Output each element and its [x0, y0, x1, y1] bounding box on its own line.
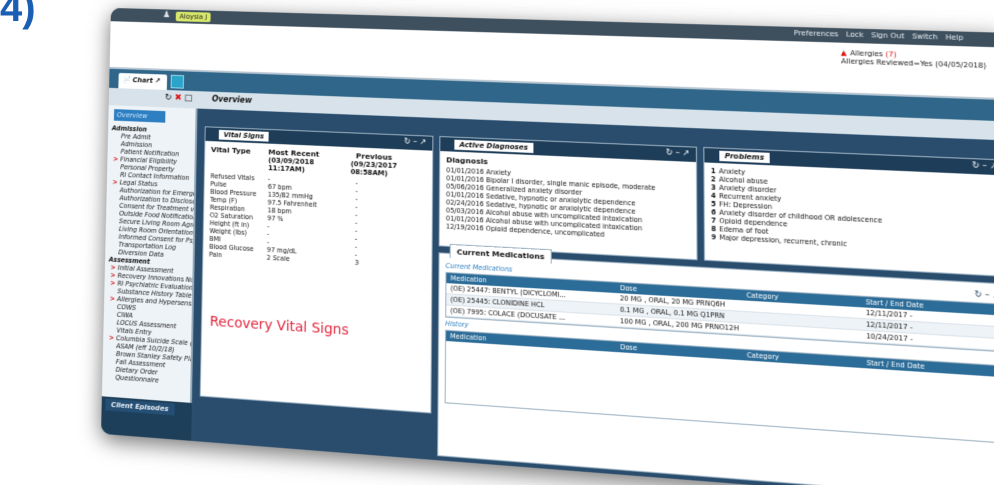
patient-name-badge[interactable]: Aloysia J — [175, 11, 211, 23]
vital-previous: - — [355, 194, 358, 204]
panel-controls-icon[interactable]: ↻ – ↗ — [974, 289, 994, 300]
med-category — [747, 329, 866, 336]
problem-number: 9 — [711, 233, 717, 242]
vital-previous: - — [355, 202, 358, 211]
vital-previous: - — [355, 218, 358, 227]
problem-number: 2 — [710, 175, 716, 184]
vital-signs-title: Vital Signs — [218, 129, 269, 142]
panel-controls-icon[interactable]: ↻ – ↗ — [404, 137, 426, 147]
page-title: Overview — [211, 94, 253, 105]
vitals-rows: Refused Vitals - - Pulse 67 bpm - Blood Pressu… — [203, 172, 432, 271]
tab-chart-label: Chart — [132, 76, 153, 85]
menu-help[interactable]: Help — [945, 33, 963, 42]
diagnosis-list: 01/01/2016 Anxiety 01/01/2016 Bipolar I d… — [440, 166, 697, 244]
vital-signs-panel: Vital Signs ↻ – ↗ Vital Type Most Recent… — [199, 126, 434, 414]
problem-number: 7 — [711, 216, 717, 225]
overview-main: Vital Signs ↻ – ↗ Vital Type Most Recent… — [193, 108, 994, 485]
problem-number: 6 — [711, 208, 717, 217]
vital-previous: - — [354, 250, 358, 259]
slide-label: 4) — [0, 0, 36, 30]
allergy-banner[interactable]: ▲ Allergies (7) Allergies Reviewed=Yes (0… — [841, 49, 987, 70]
refresh-icon[interactable]: ↻ — [165, 93, 172, 103]
problem-number: 1 — [710, 166, 716, 176]
screenshot-stage: 4) ♟ Aloysia J Preferences Lock Sign Out… — [0, 0, 994, 485]
recent-date: (03/09/2018 11:17AM) — [268, 156, 315, 174]
problems-panel: Problems ↻ – ↗ 1 Anxiety 2 Alcohol abuse 3 An… — [703, 146, 994, 278]
active-diagnoses-panel: Active Diagnoses ↻ – ↗ Diagnosis 01/01/2… — [438, 136, 698, 261]
sidebar-list: Admission Pre Admit Admission Patient Notif… — [102, 124, 198, 387]
warning-icon: ▲ — [840, 48, 847, 58]
menu-lock[interactable]: Lock — [846, 30, 864, 39]
diagnoses-title: Active Diagnoses — [454, 139, 534, 154]
current-medications-panel: Current Medications Current Medications … — [437, 243, 994, 485]
problem-number: 3 — [710, 183, 716, 192]
recovery-vital-signs-annotation: Recovery Vital Signs — [209, 313, 349, 339]
close-icon[interactable]: ✖ — [174, 93, 181, 103]
add-tab-icon[interactable] — [170, 74, 185, 89]
chart-sidebar: Overview Admission Pre Admit Admission Pati… — [101, 105, 198, 403]
vital-previous: - — [354, 234, 358, 243]
menu-switch[interactable]: Switch — [912, 32, 938, 41]
problem-number: 4 — [711, 191, 716, 201]
problems-title: Problems — [719, 150, 770, 164]
sidebar-overview[interactable]: Overview — [113, 109, 166, 123]
med-category — [746, 306, 865, 313]
ehr-window: ♟ Aloysia J Preferences Lock Sign Out Sw… — [100, 7, 994, 485]
person-icon[interactable]: ♟ — [163, 10, 171, 20]
allergies-count: (7) — [885, 50, 897, 59]
problem-number: 8 — [711, 224, 717, 234]
tab-chart[interactable]: 📄 Chart ↗ — [118, 72, 168, 91]
vital-previous: - — [355, 210, 358, 219]
panel-controls-icon[interactable]: ↻ – ↗ — [972, 160, 994, 171]
menu-sign-out[interactable]: Sign Out — [871, 31, 904, 40]
client-episodes-bar: Client Episodes — [100, 396, 192, 441]
vital-previous: - — [355, 179, 358, 188]
vital-previous: - — [355, 226, 358, 235]
vital-previous: - — [354, 242, 358, 251]
client-episodes-tab[interactable]: Client Episodes — [105, 398, 175, 416]
problem-list: 1 Anxiety 2 Alcohol abuse 3 Anxiety disorder 4… — [704, 162, 994, 256]
document-icon[interactable]: □ — [184, 94, 192, 104]
toolbar-icons: ↻ ✖ □ — [165, 93, 193, 104]
vital-previous: 3 — [354, 258, 359, 267]
top-menu: Preferences Lock Sign Out Switch Help — [794, 29, 964, 42]
vital-previous: - — [355, 187, 358, 196]
med-category — [747, 317, 866, 324]
problem-number: 5 — [711, 199, 716, 209]
previous-date: (09/23/2017 08:58AM) — [350, 160, 398, 178]
menu-preferences[interactable]: Preferences — [794, 29, 839, 39]
panel-controls-icon[interactable]: ↻ – ↗ — [666, 147, 690, 157]
